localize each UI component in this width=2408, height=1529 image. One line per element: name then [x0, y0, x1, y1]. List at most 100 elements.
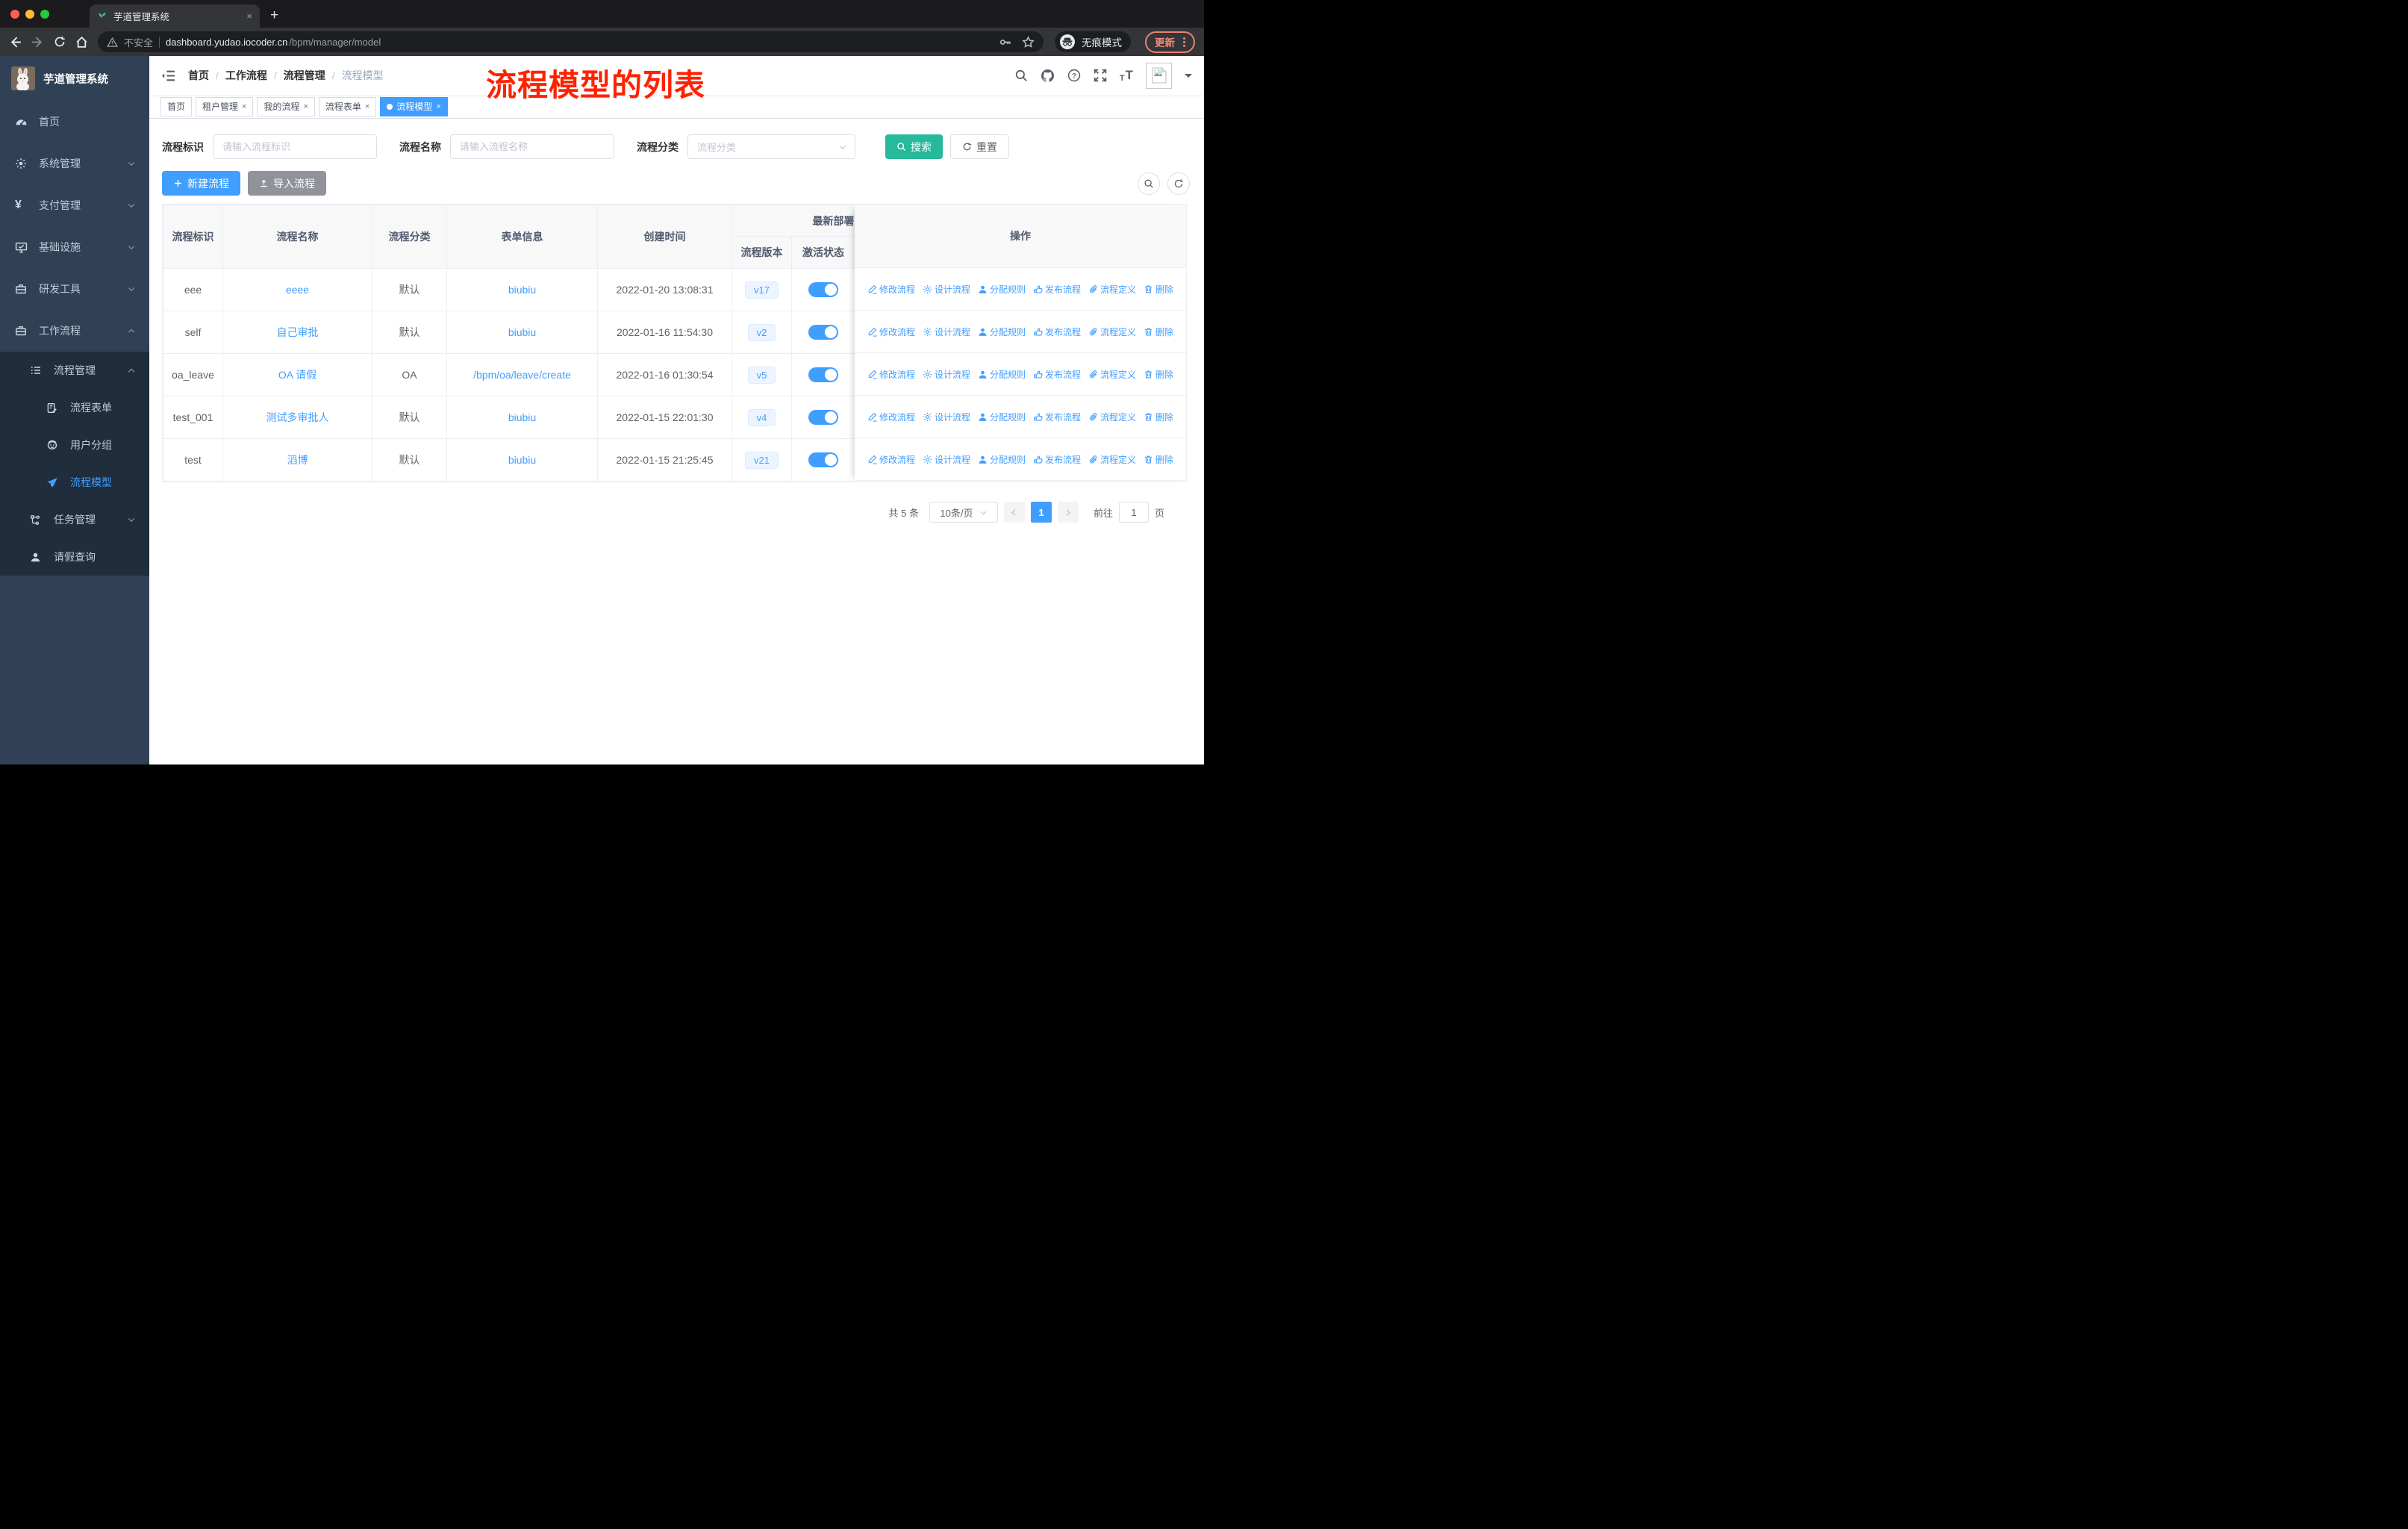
breadcrumb-item[interactable]: 流程管理 [284, 68, 325, 83]
form-info-link[interactable]: biubiu [508, 326, 536, 338]
action-link[interactable]: 流程定义 [1088, 326, 1136, 338]
forward-icon[interactable] [31, 36, 44, 49]
minimize-window-button[interactable] [25, 9, 34, 19]
action-link[interactable]: 修改流程 [867, 326, 915, 338]
sidebar-item-devtools[interactable]: 研发工具 [0, 268, 149, 310]
form-info-link[interactable]: /bpm/oa/leave/create [473, 369, 571, 381]
reset-button[interactable]: 重置 [950, 134, 1009, 159]
action-link[interactable]: 发布流程 [1033, 453, 1081, 466]
action-link[interactable]: 流程定义 [1088, 283, 1136, 296]
prev-page-button[interactable] [1003, 502, 1025, 523]
form-info-link[interactable]: biubiu [508, 284, 536, 296]
active-status-toggle[interactable] [808, 282, 838, 297]
close-icon[interactable]: × [365, 102, 369, 111]
action-link[interactable]: 分配规则 [978, 368, 1026, 381]
delete-link[interactable]: 删除 [1144, 411, 1173, 423]
tag-tenant[interactable]: 租户管理 × [196, 96, 254, 116]
process-name-link[interactable]: 测试多审批人 [266, 411, 329, 423]
update-button[interactable]: 更新 [1145, 31, 1195, 53]
action-link[interactable]: 发布流程 [1033, 283, 1081, 296]
search-icon[interactable] [1014, 69, 1028, 82]
process-key-input[interactable] [213, 134, 377, 159]
action-link[interactable]: 流程定义 [1088, 411, 1136, 423]
action-link[interactable]: 设计流程 [923, 368, 970, 381]
page-number[interactable]: 1 [1030, 502, 1052, 523]
version-badge[interactable]: v21 [745, 451, 779, 469]
process-name-link[interactable]: 自己审批 [277, 326, 319, 338]
delete-link[interactable]: 删除 [1144, 453, 1173, 466]
action-link[interactable]: 分配规则 [978, 283, 1026, 296]
close-window-button[interactable] [10, 9, 19, 19]
app-logo[interactable]: 芋道管理系统 [0, 56, 149, 101]
next-page-button[interactable] [1057, 502, 1079, 523]
process-name-link[interactable]: eeee [286, 284, 309, 296]
action-link[interactable]: 设计流程 [923, 411, 970, 423]
create-process-button[interactable]: 新建流程 [162, 171, 240, 196]
maximize-window-button[interactable] [40, 9, 49, 19]
github-icon[interactable] [1041, 69, 1055, 83]
action-link[interactable]: 设计流程 [923, 326, 970, 338]
sidebar-item-process-form[interactable]: 流程表单 [0, 389, 149, 426]
search-button[interactable]: 搜索 [885, 134, 943, 159]
tag-process-form[interactable]: 流程表单 × [318, 96, 377, 116]
process-name-link[interactable]: 滔博 [287, 454, 308, 466]
action-link[interactable]: 修改流程 [867, 411, 915, 423]
delete-link[interactable]: 删除 [1144, 326, 1173, 338]
action-link[interactable]: 分配规则 [978, 453, 1026, 466]
version-badge[interactable]: v4 [747, 408, 776, 426]
close-icon[interactable]: × [303, 102, 308, 111]
sidebar-item-workflow[interactable]: 工作流程 [0, 310, 149, 352]
action-link[interactable]: 发布流程 [1033, 368, 1081, 381]
active-status-toggle[interactable] [808, 325, 838, 340]
show-search-button[interactable] [1138, 172, 1160, 195]
process-name-input[interactable] [450, 134, 614, 159]
active-status-toggle[interactable] [808, 367, 838, 382]
goto-page-input[interactable] [1118, 502, 1149, 523]
bookmark-star-icon[interactable] [1022, 35, 1035, 49]
font-size-icon[interactable]: TT [1120, 68, 1133, 83]
delete-link[interactable]: 删除 [1144, 368, 1173, 381]
sidebar-item-process-model[interactable]: 流程模型 [0, 464, 149, 501]
sidebar-item-home[interactable]: 首页 [0, 101, 149, 143]
close-icon[interactable]: × [436, 102, 440, 111]
action-link[interactable]: 发布流程 [1033, 411, 1081, 423]
breadcrumb-item[interactable]: 工作流程 [225, 68, 267, 83]
browser-menu-icon[interactable] [1183, 37, 1185, 47]
action-link[interactable]: 修改流程 [867, 453, 915, 466]
address-bar[interactable]: 不安全 dashboard.yudao.iocoder.cn /bpm/mana… [98, 31, 1044, 52]
action-link[interactable]: 分配规则 [978, 411, 1026, 423]
sidebar-item-infra[interactable]: 基础设施 [0, 226, 149, 268]
action-link[interactable]: 修改流程 [867, 368, 915, 381]
form-info-link[interactable]: biubiu [508, 411, 536, 423]
home-icon[interactable] [75, 36, 88, 49]
sidebar-item-task-mgmt[interactable]: 任务管理 [0, 501, 149, 538]
action-link[interactable]: 发布流程 [1033, 326, 1081, 338]
action-link[interactable]: 设计流程 [923, 283, 970, 296]
version-badge[interactable]: v2 [747, 323, 776, 341]
fullscreen-icon[interactable] [1094, 69, 1107, 82]
sidebar-item-leave-query[interactable]: 请假查询 [0, 538, 149, 576]
action-link[interactable]: 修改流程 [867, 283, 915, 296]
avatar[interactable] [1146, 62, 1172, 89]
help-icon[interactable]: ? [1067, 69, 1081, 82]
active-status-toggle[interactable] [808, 410, 838, 425]
import-process-button[interactable]: 导入流程 [248, 171, 326, 196]
close-icon[interactable]: × [242, 102, 246, 111]
sidebar-item-system[interactable]: 系统管理 [0, 143, 149, 184]
category-select[interactable]: 流程分类 [687, 134, 855, 159]
version-badge[interactable]: v5 [747, 366, 776, 384]
action-link[interactable]: 流程定义 [1088, 453, 1136, 466]
sidebar-item-process-mgmt[interactable]: 流程管理 [0, 352, 149, 389]
browser-tab[interactable]: 芋道管理系统 × [90, 4, 260, 28]
action-link[interactable]: 设计流程 [923, 453, 970, 466]
tag-process-model[interactable]: 流程模型 × [380, 96, 448, 116]
tag-my-process[interactable]: 我的流程 × [257, 96, 315, 116]
sidebar-fold-icon[interactable] [161, 69, 175, 83]
breadcrumb-item[interactable]: 首页 [188, 68, 209, 83]
key-icon[interactable] [999, 36, 1011, 49]
version-badge[interactable]: v17 [745, 281, 779, 299]
delete-link[interactable]: 删除 [1144, 283, 1173, 296]
action-link[interactable]: 分配规则 [978, 326, 1026, 338]
sidebar-item-pay[interactable]: ¥ 支付管理 [0, 184, 149, 226]
tab-close-icon[interactable]: × [246, 10, 252, 22]
